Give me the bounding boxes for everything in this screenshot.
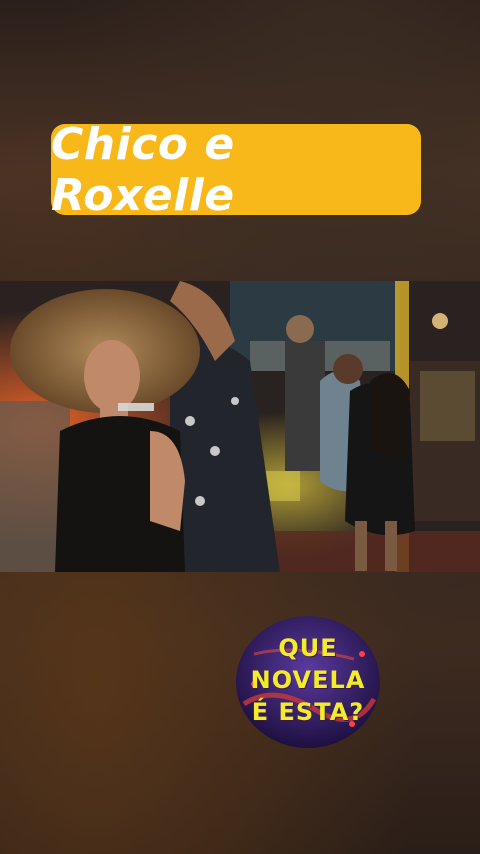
logo-line-3: É ESTA? — [251, 698, 365, 726]
title-banner: Chico e Roxelle — [51, 119, 421, 221]
logo-line-2: NOVELA — [250, 666, 366, 694]
que-novela-e-esta-logo: QUE NOVELA É ESTA? — [234, 614, 382, 750]
dance-scene-image — [0, 281, 480, 572]
logo-line-1: QUE — [278, 634, 338, 662]
video-frame[interactable] — [0, 281, 480, 572]
video-title: Chico e Roxelle — [51, 118, 235, 221]
